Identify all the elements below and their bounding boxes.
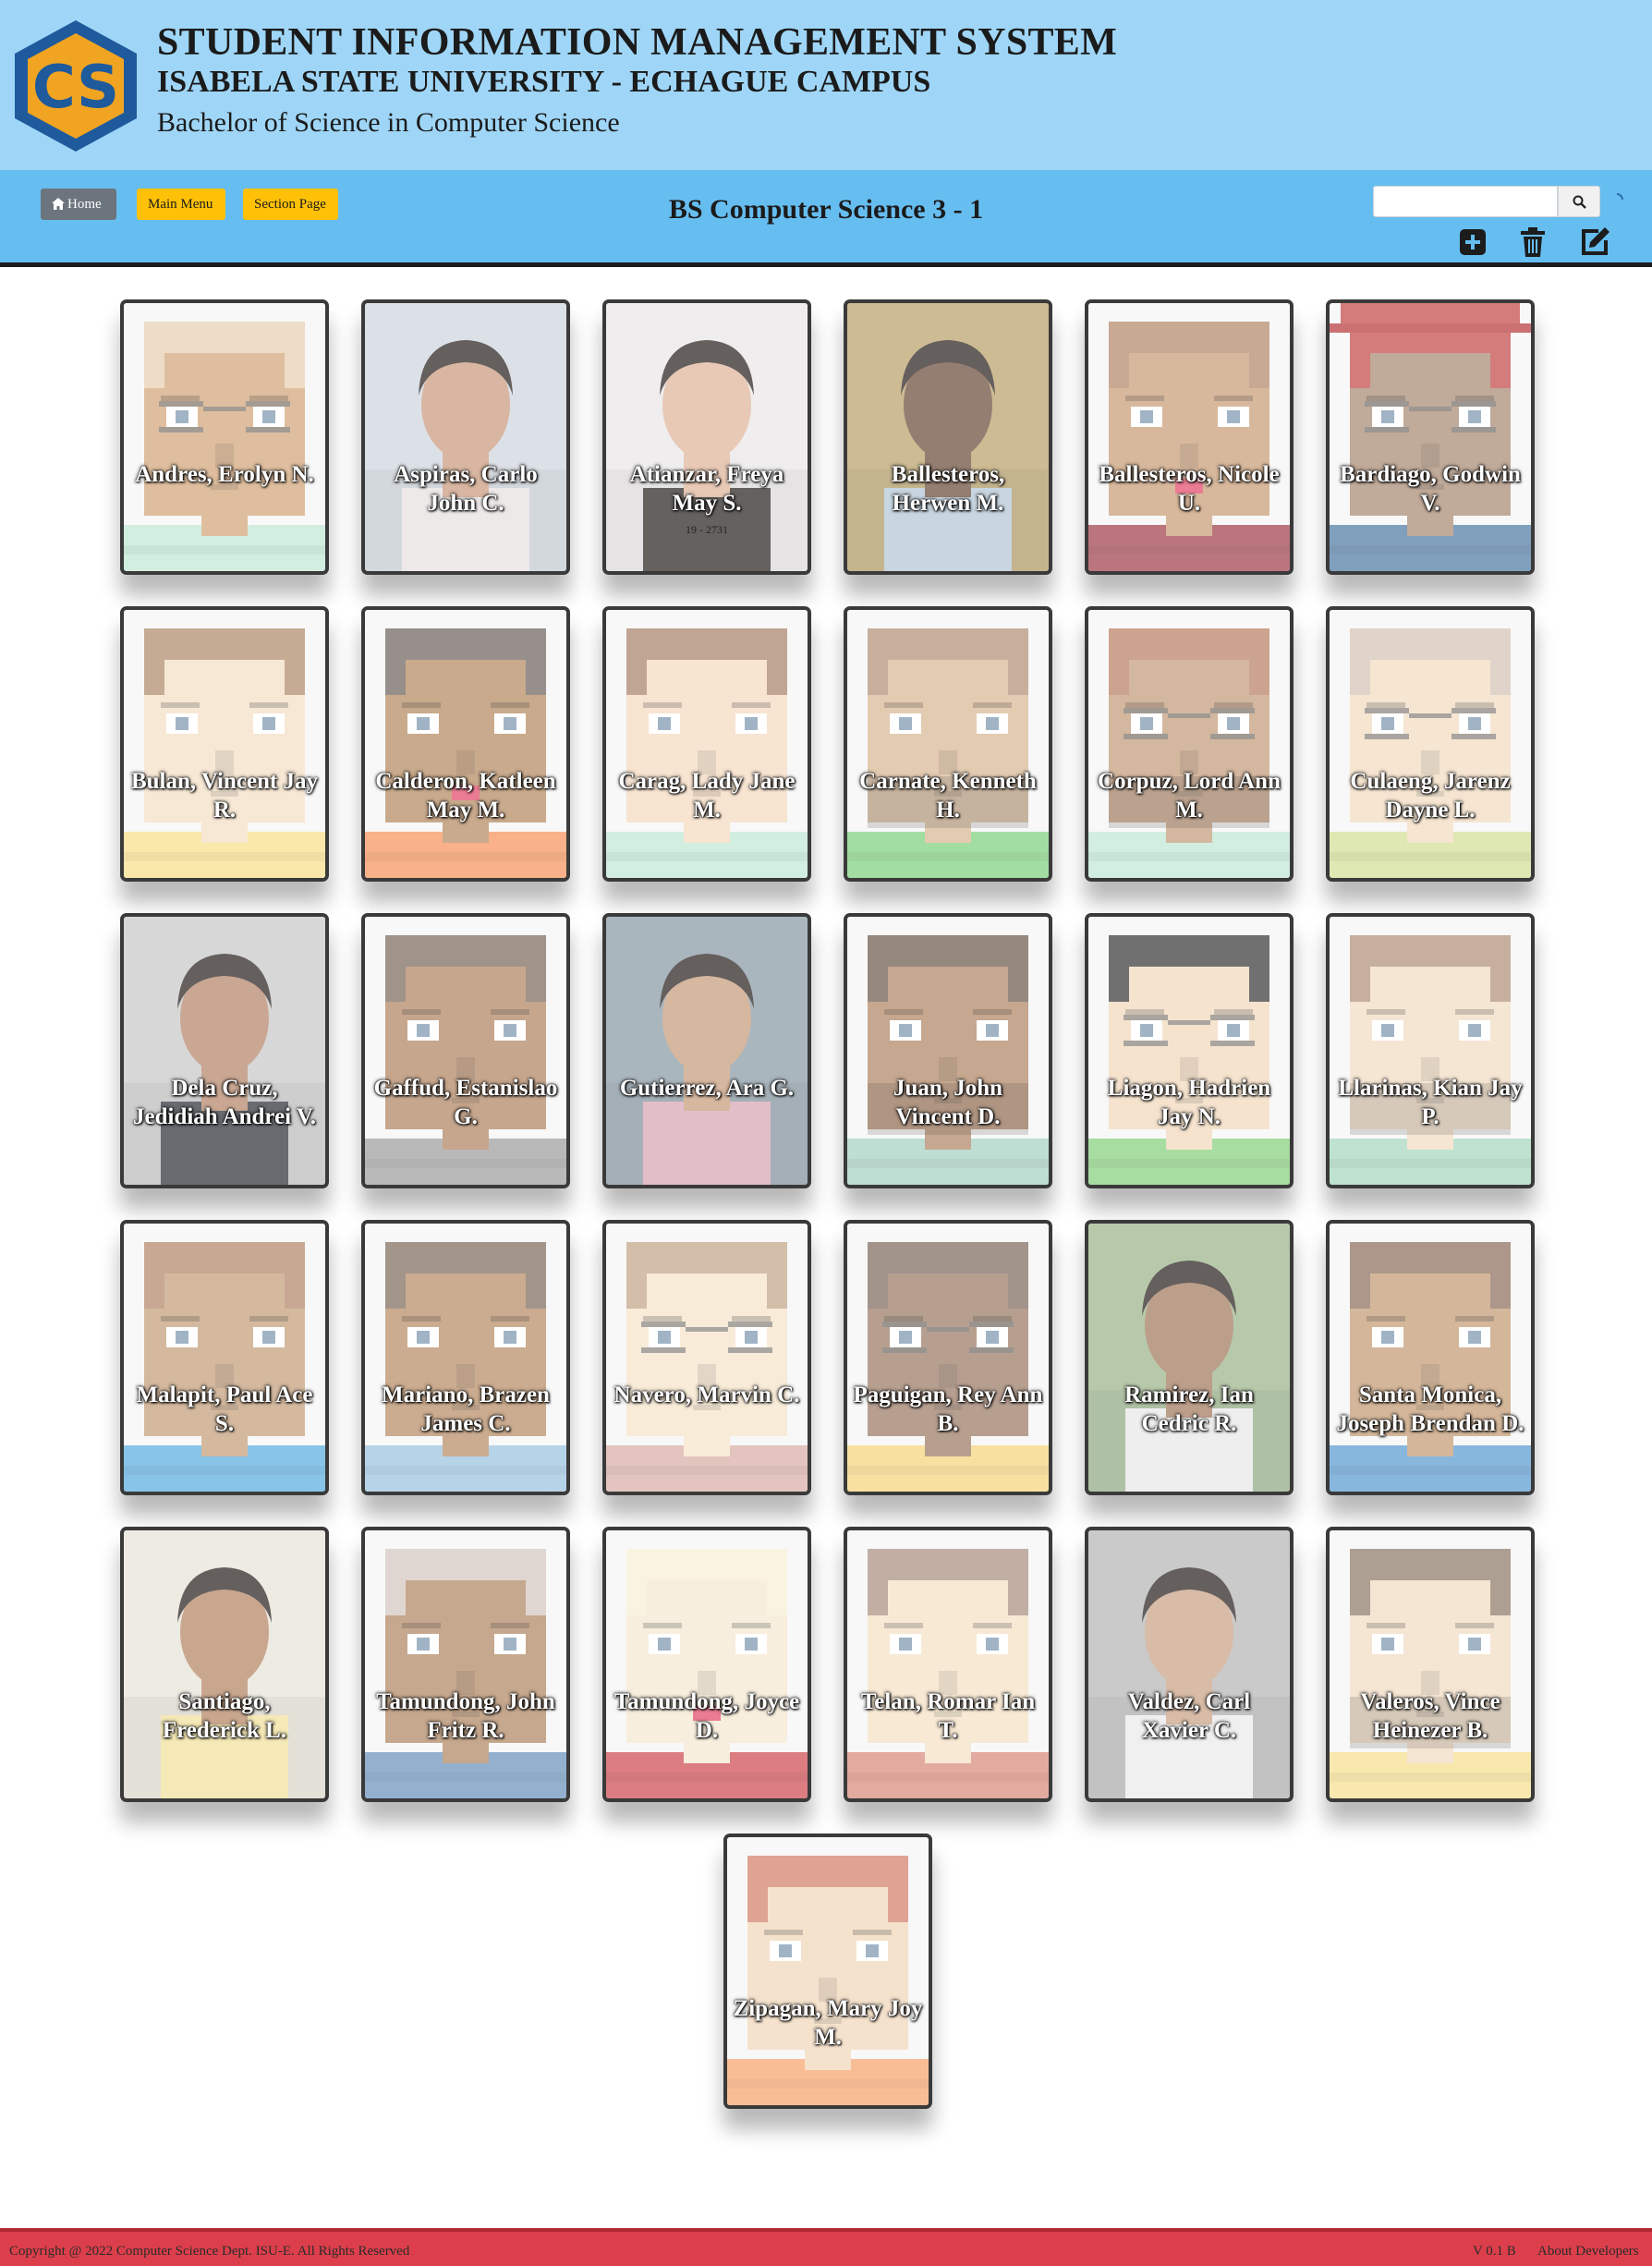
card-overlay [606,917,808,1185]
student-name: Culaeng, Jarenz Dayne L. [1350,769,1511,822]
student-name: Tamundong, Joyce D. [613,1689,800,1743]
student-name: Zipagan, Mary Joy M. [733,1996,923,2050]
student-card[interactable]: Ramirez, Ian Cedric R. [1085,1220,1294,1495]
student-name: Carnate, Kenneth H. [859,769,1037,822]
student-name: Carag, Lady Jane M. [618,769,796,822]
student-card[interactable]: Bulan, Vincent Jay R. [120,606,329,882]
student-card[interactable]: Corpuz, Lord Ann M. [1085,606,1294,882]
card-overlay [124,303,325,571]
student-card[interactable]: Gutierrez, Ara G. [602,913,811,1188]
student-card[interactable]: Navero, Marvin C. [602,1220,811,1495]
card-overlay [365,303,566,571]
student-name: Tamundong, John Fritz R. [376,1689,555,1743]
student-card[interactable]: Santiago, Frederick L. [120,1527,329,1802]
card-overlay [1088,610,1290,878]
student-card[interactable]: Telan, Romar Ian T. [844,1527,1052,1802]
student-name: Aspiras, Carlo John C. [394,462,538,516]
student-name: Ramirez, Ian Cedric R. [1124,1383,1254,1436]
card-overlay [847,1224,1049,1492]
student-card[interactable]: Juan, John Vincent D. [844,913,1052,1188]
student-card[interactable]: Dela Cruz, Jedidiah Andrei V. [120,913,329,1188]
student-card[interactable]: Mariano, Brazen James C. [361,1220,570,1495]
card-overlay [365,610,566,878]
student-card[interactable]: Atianzar, Freya May S. 19 - 2731 [602,299,811,575]
student-card[interactable]: Carnate, Kenneth H. [844,606,1052,882]
card-overlay [1330,303,1531,571]
card-overlay [1330,1224,1531,1492]
card-overlay [606,610,808,878]
card-overlay [1330,610,1531,878]
student-name: Santa Monica, Joseph Brendan D. [1336,1383,1524,1436]
student-name: Gaffud, Estanislao G. [373,1076,558,1129]
footer: Copyright @ 2022 Computer Science Dept. … [0,2228,1652,2266]
student-card[interactable]: Tamundong, John Fritz R. [361,1527,570,1802]
student-card[interactable]: Culaeng, Jarenz Dayne L. [1326,606,1535,882]
card-overlay [1088,1530,1290,1798]
card-overlay [847,917,1049,1185]
student-card[interactable]: Valeros, Vince Heinezer B. [1326,1527,1535,1802]
card-overlay [365,917,566,1185]
student-name: Mariano, Brazen James C. [382,1383,550,1436]
student-card[interactable]: Malapit, Paul Ace S. [120,1220,329,1495]
version-label: V 0.1 B [1473,2244,1516,2259]
card-overlay [727,1837,929,2105]
card-overlay [1330,1530,1531,1798]
student-card[interactable]: Tamundong, Joyce D. [602,1527,811,1802]
student-name: Valdez, Carl Xavier C. [1127,1689,1251,1743]
card-overlay [1088,1224,1290,1492]
student-card[interactable]: Liagon, Hadrien Jay N. [1085,913,1294,1188]
card-overlay [606,1530,808,1798]
card-overlay [124,1224,325,1492]
card-overlay [847,303,1049,571]
card-overlay [1088,917,1290,1185]
student-name: Navero, Marvin C. [613,1383,800,1407]
student-name: Atianzar, Freya May S. [629,462,784,516]
student-name: Telan, Romar Ian T. [860,1689,1036,1743]
card-overlay [1330,917,1531,1185]
student-name: Gutierrez, Ara G. [619,1076,795,1101]
card-overlay [847,610,1049,878]
student-name: Bardiago, Godwin V. [1340,462,1521,516]
student-card[interactable]: Zipagan, Mary Joy M. [723,1834,932,2109]
student-id: 19 - 2731 [686,523,728,536]
student-card[interactable]: Calderon, Katleen May M. [361,606,570,882]
card-overlay [124,917,325,1185]
student-card[interactable]: Ballesteros, Nicole U. [1085,299,1294,575]
student-name: Paguigan, Rey Ann B. [853,1383,1043,1436]
student-name: Valeros, Vince Heinezer B. [1360,1689,1500,1743]
student-card[interactable]: Aspiras, Carlo John C. [361,299,570,575]
student-name: Corpuz, Lord Ann M. [1098,769,1281,822]
student-name: Dela Cruz, Jedidiah Andrei V. [133,1076,316,1129]
student-name: Ballesteros, Herwen M. [891,462,1005,516]
student-card[interactable]: Valdez, Carl Xavier C. [1085,1527,1294,1802]
student-name: Santiago, Frederick L. [162,1689,287,1743]
student-card[interactable]: Andres, Erolyn N. [120,299,329,575]
student-name: Juan, John Vincent D. [893,1076,1003,1129]
student-name: Liagon, Hadrien Jay N. [1107,1076,1271,1129]
card-overlay [606,1224,808,1492]
student-name: Ballesteros, Nicole U. [1099,462,1280,516]
student-card[interactable]: Ballesteros, Herwen M. [844,299,1052,575]
student-grid: Andres, Erolyn N. Aspiras, Carlo John C. A… [0,0,1652,2262]
card-overlay [1088,303,1290,571]
student-name: Andres, Erolyn N. [135,462,314,487]
card-overlay [365,1530,566,1798]
student-name: Calderon, Katleen May M. [375,769,556,822]
student-name: Bulan, Vincent Jay R. [130,769,319,822]
about-developers-link[interactable]: About Developers [1537,2244,1639,2260]
student-name: Llarinas, Kian Jay P. [1338,1076,1523,1129]
copyright-text: Copyright @ 2022 Computer Science Dept. … [9,2244,410,2259]
student-card[interactable]: Llarinas, Kian Jay P. [1326,913,1535,1188]
card-overlay [365,1224,566,1492]
student-card[interactable]: Bardiago, Godwin V. [1326,299,1535,575]
card-overlay [124,1530,325,1798]
card-overlay [124,610,325,878]
student-card[interactable]: Santa Monica, Joseph Brendan D. [1326,1220,1535,1495]
student-name: Malapit, Paul Ace S. [136,1383,313,1436]
card-overlay [847,1530,1049,1798]
student-card[interactable]: Carag, Lady Jane M. [602,606,811,882]
student-card[interactable]: Paguigan, Rey Ann B. [844,1220,1052,1495]
student-card[interactable]: Gaffud, Estanislao G. [361,913,570,1188]
